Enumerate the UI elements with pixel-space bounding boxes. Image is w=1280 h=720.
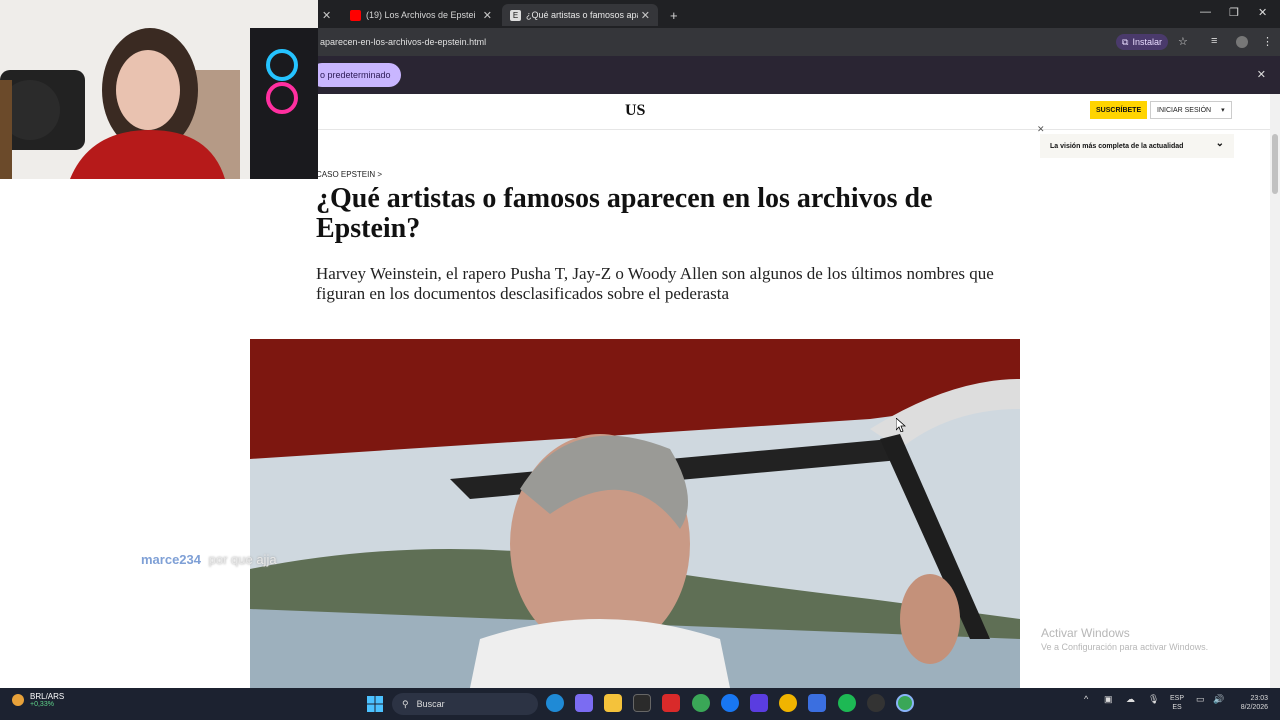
lang-code: ESP: [1170, 695, 1185, 702]
chat-text: por que ajja: [208, 552, 277, 567]
site-logo[interactable]: US: [625, 102, 645, 120]
facebook-icon[interactable]: [721, 694, 739, 712]
article-subheadline: Harvey Weinstein, el rapero Pusha T, Jay…: [316, 264, 994, 303]
network-icon[interactable]: ▭: [1196, 694, 1205, 705]
app-icon[interactable]: [808, 694, 826, 712]
store-icon[interactable]: [633, 694, 651, 712]
spotify-icon[interactable]: [838, 694, 856, 712]
new-tab-button[interactable]: +: [662, 4, 686, 26]
taskbar-search[interactable]: ⚲ Buscar: [392, 693, 538, 715]
windows-activation-watermark: Activar Windows Ve a Configuración para …: [1041, 626, 1208, 652]
el-pais-favicon-icon: E: [510, 9, 521, 21]
chrome-active-icon[interactable]: [896, 694, 914, 712]
close-tab-icon[interactable]: ✕: [641, 9, 650, 22]
tab-label: ¿Qué artistas o famosos aparec: [526, 10, 638, 20]
boat-photo-illustration: [250, 339, 1020, 688]
promo-text: La visión más completa de la actualidad: [1050, 142, 1184, 150]
scrollbar-thumb[interactable]: [1272, 134, 1278, 194]
chrome-icon[interactable]: [692, 694, 710, 712]
system-clock[interactable]: 23:03 8/2/2026: [1230, 694, 1268, 712]
install-icon: ⧉: [1122, 36, 1129, 47]
install-button[interactable]: ⧉ Instalar: [1116, 34, 1168, 50]
word-app-icon[interactable]: [662, 694, 680, 712]
subscribe-button[interactable]: SUSCRÍBETE: [1090, 101, 1148, 119]
edge-icon[interactable]: [546, 694, 564, 712]
tab-label: (19) Los Archivos de Epstein RE: [366, 10, 476, 20]
breadcrumb[interactable]: CASO EPSTEIN >: [316, 170, 382, 179]
keyboard-layout: ES: [1172, 704, 1182, 711]
stock-name: BRL/ARS: [30, 692, 65, 701]
close-tab-icon[interactable]: ✕: [322, 4, 334, 26]
chrome-canary-icon[interactable]: [779, 694, 797, 712]
widget-icon: [12, 694, 24, 706]
activation-subtitle: Ve a Configuración para activar Windows.: [1041, 642, 1209, 652]
clock-date: 8/2/2026: [1240, 704, 1268, 711]
minimize-icon[interactable]: —: [1200, 6, 1211, 18]
file-explorer-icon[interactable]: [604, 694, 622, 712]
webcam-overlay: [0, 0, 318, 179]
chevron-down-icon: ⌄: [1215, 138, 1224, 149]
set-default-button[interactable]: o predeterminado: [310, 63, 401, 87]
copilot-icon[interactable]: [575, 694, 593, 712]
tab-article[interactable]: E ¿Qué artistas o famosos aparec ✕: [502, 4, 658, 26]
login-button[interactable]: INICIAR SESIÓN ▾: [1150, 101, 1232, 119]
page-scrollbar[interactable]: [1270, 94, 1280, 688]
search-icon: ⚲: [402, 698, 409, 709]
login-label: INICIAR SESIÓN: [1157, 106, 1212, 114]
install-label: Instalar: [1132, 37, 1162, 47]
language-indicator[interactable]: ESP ES: [1170, 694, 1184, 712]
profile-avatar[interactable]: [1236, 36, 1248, 48]
stream-chat-message: marce234 por que ajja: [141, 552, 277, 567]
chat-username: marce234: [141, 552, 201, 567]
tab-youtube[interactable]: (19) Los Archivos de Epstein RE ✕: [342, 4, 500, 26]
close-window-icon[interactable]: ✕: [1258, 6, 1267, 19]
close-tab-icon[interactable]: ✕: [483, 9, 492, 22]
obs-icon[interactable]: [867, 694, 885, 712]
tray-chevron-icon[interactable]: ^: [1084, 694, 1088, 704]
search-placeholder: Buscar: [416, 699, 445, 709]
menu-kebab-icon[interactable]: ⋮: [1262, 35, 1273, 48]
cloud-icon[interactable]: ☁: [1126, 694, 1135, 705]
stock-change: +0,33%: [30, 701, 54, 708]
clock-time: 23:03: [1250, 695, 1268, 702]
promo-banner[interactable]: La visión más completa de la actualidad …: [1040, 134, 1234, 158]
close-infobar-icon[interactable]: ✕: [1257, 68, 1266, 81]
volume-icon[interactable]: 🔊: [1213, 694, 1224, 705]
stock-widget[interactable]: BRL/ARS +0,33%: [12, 692, 64, 708]
streamer-webcam-illustration: [0, 0, 318, 179]
windows-taskbar: BRL/ARS +0,33% ⚲ Buscar ^ ▣ ☁ 🎙 ESP ES ▭…: [0, 688, 1280, 720]
tray-app-icon[interactable]: ▣: [1104, 694, 1113, 705]
restore-icon[interactable]: ❐: [1229, 6, 1239, 19]
bookmark-star-icon[interactable]: ☆: [1178, 35, 1188, 48]
mouse-cursor-icon: [896, 418, 906, 432]
microphone-icon[interactable]: 🎙: [1148, 694, 1159, 705]
activation-title: Activar Windows: [1041, 626, 1130, 640]
article-photo: [250, 339, 1020, 688]
article-headline: ¿Qué artistas o famosos aparecen en los …: [316, 183, 933, 244]
caret-down-icon: ▾: [1221, 107, 1225, 114]
windows-start-icon[interactable]: [367, 696, 383, 712]
media-controls-icon[interactable]: ≡: [1211, 35, 1217, 47]
address-bar[interactable]: aparecen-en-los-archivos-de-epstein.html: [320, 37, 486, 47]
youtube-icon: [350, 9, 361, 21]
video-app-icon[interactable]: [750, 694, 768, 712]
